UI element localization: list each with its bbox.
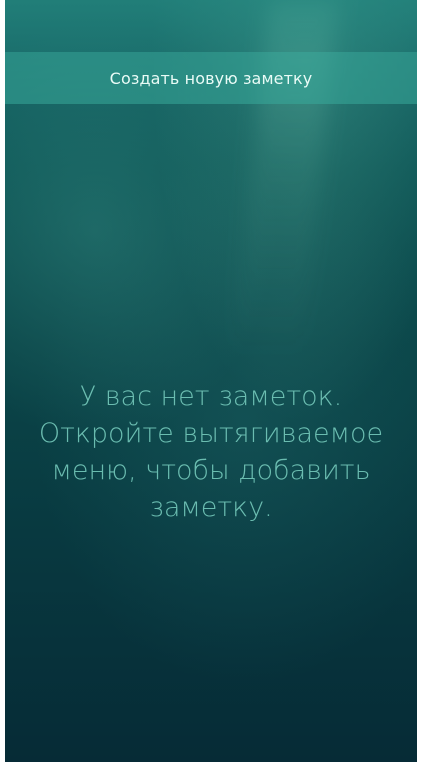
notes-app-screen: Создать новую заметку У вас нет заметок.… <box>5 0 417 762</box>
empty-notes-placeholder: У вас нет заметок. Откройте вытягиваемое… <box>5 378 417 526</box>
placeholder-line-1: У вас нет заметок. <box>79 381 343 412</box>
placeholder-line-4: заметку. <box>149 492 273 523</box>
placeholder-line-3: меню, чтобы добавить <box>51 455 371 486</box>
pulley-menu-top-area <box>5 0 417 52</box>
placeholder-line-2: Откройте вытягиваемое <box>38 418 384 449</box>
create-new-note-menu-item[interactable]: Создать новую заметку <box>5 52 417 104</box>
